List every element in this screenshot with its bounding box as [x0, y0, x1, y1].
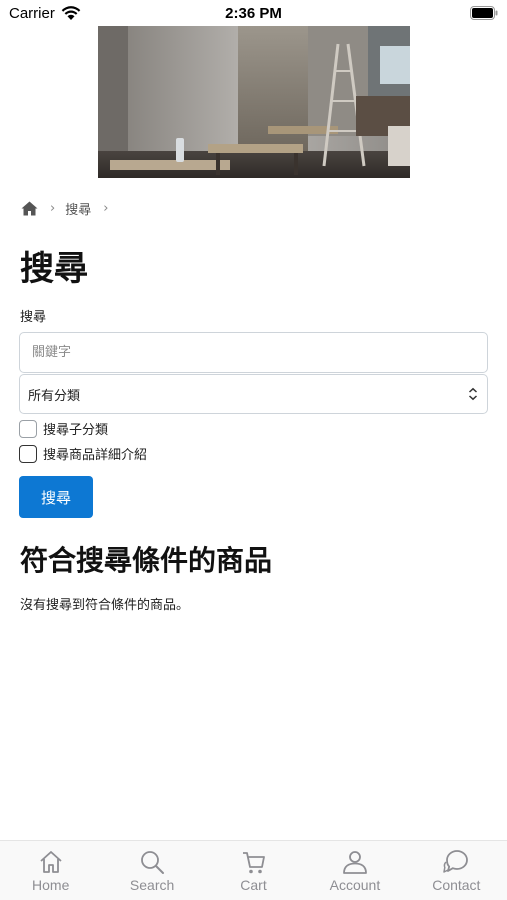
tab-home[interactable]: Home	[0, 841, 101, 900]
home-icon[interactable]	[21, 201, 38, 216]
tab-home-label: Home	[32, 877, 70, 893]
checkbox-row-description[interactable]: 搜尋商品詳細介紹	[19, 444, 147, 463]
subcategory-checkbox-label: 搜尋子分類	[43, 423, 109, 438]
tab-cart-label: Cart	[240, 877, 267, 893]
chevron-updown-icon	[468, 387, 478, 401]
app-screen: Carrier 2:36 PM › 搜尋 › 搜尋 搜尋 關鍵字 所有分類 搜尋…	[0, 0, 507, 900]
keyword-search-input[interactable]	[19, 332, 488, 373]
tab-bar: Home Search Cart Account Contact	[0, 840, 507, 900]
tab-account[interactable]: Account	[304, 841, 405, 900]
description-checkbox[interactable]	[19, 444, 37, 463]
battery-icon	[470, 6, 498, 20]
person-icon	[343, 851, 367, 874]
tab-account-label: Account	[329, 877, 381, 893]
tab-search-label: Search	[129, 877, 175, 893]
chat-icon	[443, 850, 469, 873]
category-select-value: 所有分類	[28, 388, 81, 404]
tab-contact-label: Contact	[432, 877, 481, 893]
chevron-right-icon: ›	[103, 200, 109, 216]
store-interior-photo	[98, 26, 410, 178]
no-results-message: 沒有搜尋到符合條件的商品。	[20, 598, 190, 613]
status-bar: Carrier 2:36 PM	[0, 0, 507, 26]
results-title: 符合搜尋條件的商品	[20, 544, 273, 577]
description-checkbox-label: 搜尋商品詳細介紹	[43, 448, 148, 463]
tab-search[interactable]: Search	[101, 841, 202, 900]
cart-icon	[242, 852, 265, 874]
search-button[interactable]: 搜尋	[19, 476, 93, 518]
breadcrumb: › 搜尋 ›	[21, 198, 118, 218]
breadcrumb-item-search[interactable]: 搜尋	[65, 199, 91, 218]
chevron-right-icon: ›	[50, 200, 56, 216]
clock-time: 2:36 PM	[225, 5, 282, 22]
tab-cart[interactable]: Cart	[203, 841, 304, 900]
home-icon	[40, 851, 62, 873]
page-title: 搜尋	[20, 249, 88, 289]
search-label: 搜尋	[20, 310, 47, 325]
tab-contact[interactable]: Contact	[406, 841, 507, 900]
subcategory-checkbox[interactable]	[19, 419, 37, 438]
search-icon	[141, 851, 165, 874]
checkbox-row-subcategories[interactable]: 搜尋子分類	[19, 419, 108, 438]
category-select[interactable]: 所有分類	[19, 374, 488, 414]
